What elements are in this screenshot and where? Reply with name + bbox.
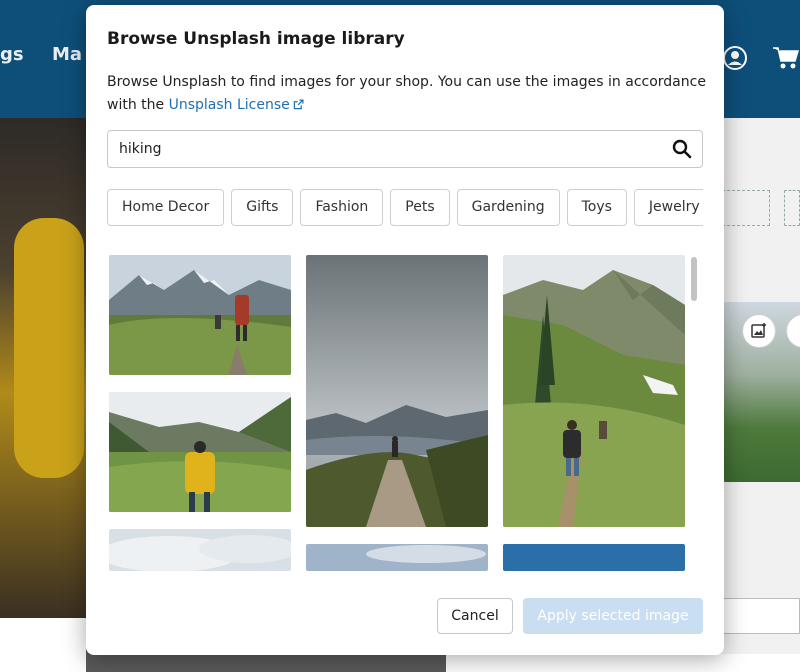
cloudy-sky-image [109, 529, 291, 571]
chip-toys[interactable]: Toys [566, 189, 627, 226]
category-chips: Home Decor Gifts Fashion Pets Gardening Toys J… [107, 189, 703, 227]
chip-home-decor[interactable]: Home Decor [107, 189, 225, 226]
search-box [107, 130, 703, 168]
chip-fashion[interactable]: Fashion [300, 189, 384, 226]
chip-gifts[interactable]: Gifts [231, 189, 294, 226]
result-image[interactable] [109, 392, 291, 512]
sky-image [306, 544, 488, 571]
modal-title: Browse Unsplash image library [107, 29, 405, 49]
search-input[interactable] [108, 131, 658, 167]
search-icon[interactable] [672, 139, 692, 159]
chip-jewelry[interactable]: Jewelry [633, 189, 703, 226]
cancel-button[interactable]: Cancel [437, 598, 513, 634]
apply-selected-image-button[interactable]: Apply selected image [523, 598, 703, 634]
result-image[interactable] [503, 544, 685, 571]
license-link-text: Unsplash License [168, 97, 290, 113]
result-image[interactable] [109, 255, 291, 375]
modal-description: Browse Unsplash to find images for your … [107, 71, 707, 117]
unsplash-modal: Browse Unsplash image library Browse Uns… [86, 5, 724, 655]
gallery-scrollbar[interactable] [688, 253, 698, 571]
result-image[interactable] [306, 255, 488, 527]
scrollbar-thumb[interactable] [691, 257, 697, 301]
blue-sky-image [503, 544, 685, 571]
alpine-meadow-hikers-image [503, 255, 685, 527]
ridge-trail-image [306, 255, 488, 527]
mountain-hikers-image [109, 255, 291, 375]
result-image[interactable] [306, 544, 488, 571]
external-link-icon [293, 99, 304, 110]
image-gallery [107, 253, 703, 571]
result-image[interactable] [503, 255, 685, 527]
chip-pets[interactable]: Pets [390, 189, 450, 226]
valley-hiker-image [109, 392, 291, 512]
unsplash-license-link[interactable]: Unsplash License [169, 97, 304, 113]
chip-gardening[interactable]: Gardening [456, 189, 560, 226]
result-image[interactable] [109, 529, 291, 571]
